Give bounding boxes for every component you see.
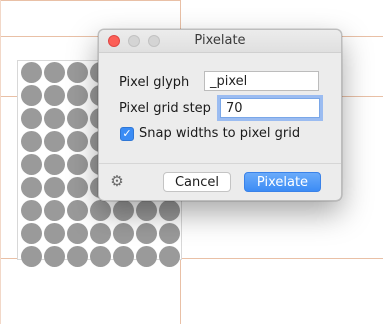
pixel-dot xyxy=(44,85,65,106)
title-bar[interactable]: Pixelate xyxy=(99,30,341,53)
snap-label[interactable]: Snap widths to pixel grid xyxy=(139,126,300,141)
pixel-dot xyxy=(21,131,42,152)
gear-icon[interactable]: ⚙ xyxy=(109,173,125,189)
pixel-dot xyxy=(44,177,65,198)
pixel-dot xyxy=(159,246,180,267)
pixel-glyph-label: Pixel glyph xyxy=(119,75,190,90)
pixel-dot xyxy=(90,200,111,221)
snap-checkbox[interactable]: ✓ xyxy=(120,127,134,141)
dialog-title: Pixelate xyxy=(194,33,246,48)
pixel-dot xyxy=(44,200,65,221)
pixel-glyph-input[interactable]: _pixel xyxy=(204,71,319,91)
pixel-dot xyxy=(67,131,88,152)
pixel-dot xyxy=(113,200,134,221)
pixel-dot xyxy=(113,223,134,244)
pixel-dot xyxy=(90,246,111,267)
divider xyxy=(99,163,341,164)
pixel-dot xyxy=(67,62,88,83)
pixel-dot xyxy=(67,85,88,106)
pixel-dot xyxy=(159,223,180,244)
pixel-dot xyxy=(67,246,88,267)
pixel-dot xyxy=(67,200,88,221)
cancel-button[interactable]: Cancel xyxy=(163,172,231,192)
pixel-dot xyxy=(44,108,65,129)
pixel-dot xyxy=(21,200,42,221)
pixel-dot xyxy=(136,223,157,244)
pixel-dot xyxy=(113,246,134,267)
pixel-dot xyxy=(67,154,88,175)
pixel-dot xyxy=(90,223,111,244)
pixel-dot xyxy=(21,85,42,106)
pixel-dot xyxy=(44,246,65,267)
pixel-dot xyxy=(21,108,42,129)
pixel-dot xyxy=(67,177,88,198)
grid-step-label: Pixel grid step xyxy=(119,101,211,116)
pixel-dot xyxy=(67,223,88,244)
pixel-dot xyxy=(44,62,65,83)
pixel-dot xyxy=(21,62,42,83)
pixel-dot xyxy=(44,154,65,175)
pixel-dot xyxy=(67,108,88,129)
grid-step-input[interactable]: 70 xyxy=(220,98,320,118)
pixel-dot xyxy=(21,223,42,244)
pixel-dot xyxy=(21,154,42,175)
pixelate-button[interactable]: Pixelate xyxy=(244,172,321,192)
guide-line xyxy=(0,0,180,1)
pixel-dot xyxy=(21,246,42,267)
pixel-dot xyxy=(136,246,157,267)
guide-line xyxy=(0,0,1,324)
pixel-dot xyxy=(21,177,42,198)
pixel-dot xyxy=(44,223,65,244)
pixel-dot xyxy=(159,200,180,221)
pixel-dot xyxy=(136,200,157,221)
pixel-dot xyxy=(44,131,65,152)
pixelate-dialog: Pixelate Pixel glyph _pixel Pixel grid s… xyxy=(98,29,342,201)
